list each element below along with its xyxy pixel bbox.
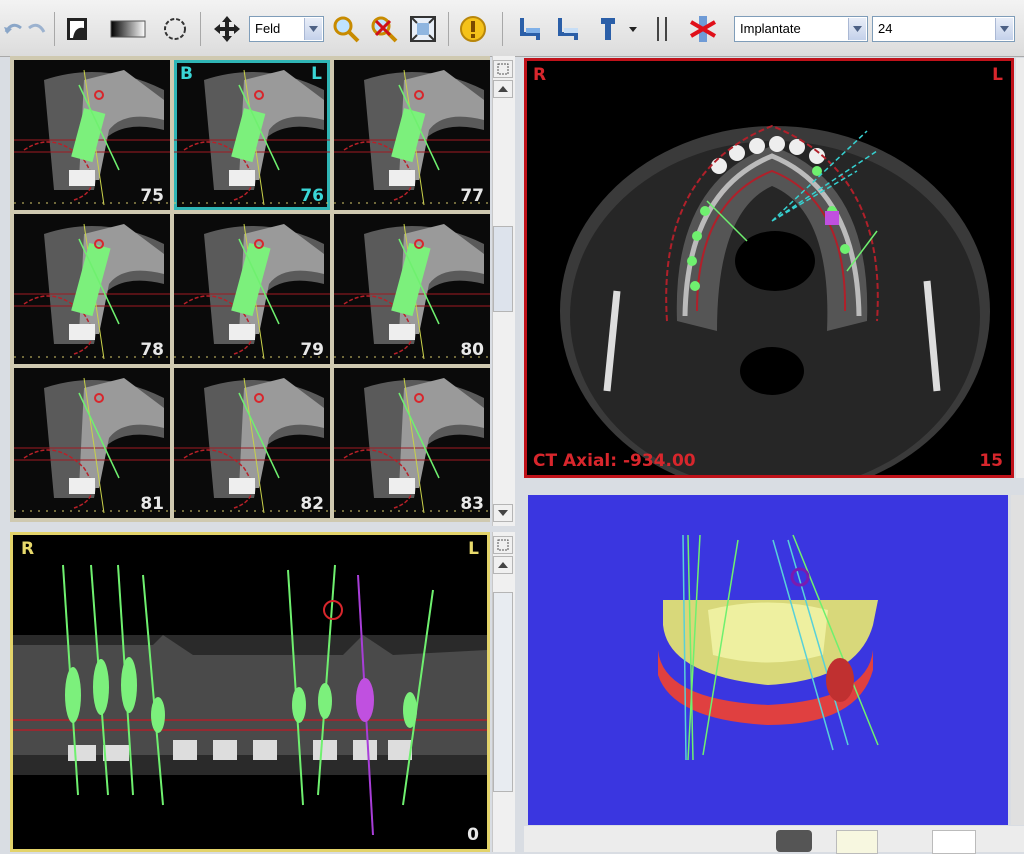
cross-section-cell[interactable]: 80 xyxy=(334,214,490,364)
scroll-up-button[interactable] xyxy=(493,80,513,98)
chevron-up-icon xyxy=(498,562,508,568)
toolbar-separator xyxy=(448,12,449,46)
implant-planning-button[interactable] xyxy=(512,14,546,44)
parallel-lines-icon xyxy=(657,17,667,41)
axial-view[interactable]: R L CT Axial: -934.00 15 xyxy=(524,58,1014,478)
cross-section-cell[interactable]: 77 xyxy=(334,60,490,210)
zoom-mode-select[interactable]: Feld xyxy=(249,16,324,42)
magnifier-reset-icon xyxy=(371,16,398,43)
chevron-down-icon xyxy=(498,510,508,516)
fit-window-icon xyxy=(410,16,436,42)
object-type-value: Implantate xyxy=(740,21,801,36)
bottom-status-strip xyxy=(524,826,1024,854)
info-icon xyxy=(460,16,486,42)
implant-remove-icon xyxy=(689,16,717,42)
slice-number: 83 xyxy=(460,494,484,514)
undo-button[interactable] xyxy=(2,14,24,44)
chevron-down-icon[interactable] xyxy=(848,18,866,40)
rotate-icon xyxy=(164,18,186,40)
chair-alt-icon xyxy=(558,18,578,40)
slice-number: 82 xyxy=(300,494,324,514)
contrast-icon xyxy=(67,18,87,40)
slice-number: 78 xyxy=(140,340,164,360)
cross-section-cell[interactable]: 75 xyxy=(14,60,170,210)
cross-section-cell[interactable]: 79 xyxy=(174,214,330,364)
jaw-thumbnail-icon[interactable] xyxy=(836,830,878,854)
redo-icon xyxy=(28,23,46,33)
cross-section-cell[interactable]: 83 xyxy=(334,368,490,518)
undo-icon xyxy=(4,23,22,34)
3d-model-render xyxy=(658,534,879,761)
implant-delete-button[interactable] xyxy=(684,14,724,44)
chevron-down-icon[interactable] xyxy=(995,18,1013,40)
axial-slice-number: 15 xyxy=(979,451,1003,471)
window-level-button[interactable] xyxy=(62,14,92,44)
lingual-label: L xyxy=(311,64,322,84)
3d-side-toolbar xyxy=(1011,495,1024,825)
buccal-label: B xyxy=(180,64,193,84)
redo-button[interactable] xyxy=(26,14,48,44)
gradient-button[interactable] xyxy=(108,14,148,44)
object-type-select[interactable]: Implantate xyxy=(734,16,868,42)
cross-section-panel: 75 76 B L 77 78 79 80 81 82 83 xyxy=(10,56,490,522)
3d-view[interactable] xyxy=(528,495,1008,825)
slice-number: 79 xyxy=(300,340,324,360)
scroll-track[interactable] xyxy=(493,592,513,792)
magnifier-icon xyxy=(333,16,360,43)
slice-number: 77 xyxy=(460,186,484,206)
axial-left-label: L xyxy=(992,65,1003,85)
zoom-reset-button[interactable] xyxy=(368,14,400,44)
cross-section-cell[interactable]: 78 xyxy=(14,214,170,364)
implant-icon xyxy=(601,18,637,40)
fit-view-button[interactable] xyxy=(406,14,440,44)
panoramic-view[interactable]: R L 0 xyxy=(10,532,490,852)
slice-number: 76 xyxy=(300,186,324,206)
expand-view-button[interactable] xyxy=(493,60,513,78)
axial-side-strip xyxy=(1016,58,1024,478)
gradient-icon xyxy=(110,20,146,38)
info-button[interactable] xyxy=(456,14,490,44)
implant-dropdown-button[interactable] xyxy=(596,14,642,44)
chevron-up-icon xyxy=(498,86,508,92)
panoramic-ct-image xyxy=(13,564,487,836)
zoom-mode-value: Feld xyxy=(255,21,281,36)
chevron-down-icon[interactable] xyxy=(304,18,322,40)
axial-right-label: R xyxy=(533,65,547,85)
slice-number: 80 xyxy=(460,340,484,360)
expand-icon xyxy=(497,539,509,551)
slice-number: 75 xyxy=(140,186,164,206)
expand-icon xyxy=(497,63,509,75)
toolbar-separator xyxy=(502,12,503,46)
head-thumbnail-icon[interactable] xyxy=(776,830,812,852)
scroll-thumb[interactable] xyxy=(493,226,513,312)
tooth-number-select[interactable]: 24 xyxy=(872,16,1015,42)
arrow-thumbnail-icon[interactable] xyxy=(932,830,976,854)
toolbar-separator xyxy=(200,12,201,46)
tooth-number-value: 24 xyxy=(878,21,893,36)
axial-status-readout: CT Axial: -934.00 xyxy=(533,451,696,471)
rotate-button[interactable] xyxy=(160,14,190,44)
cross-section-scrollbar[interactable] xyxy=(492,56,515,526)
pano-corner-value: 0 xyxy=(467,825,479,845)
zoom-in-button[interactable] xyxy=(330,14,362,44)
slice-number: 81 xyxy=(140,494,164,514)
scroll-down-button[interactable] xyxy=(493,504,513,522)
chair-icon xyxy=(520,18,540,40)
pano-right-label: R xyxy=(21,539,35,559)
scroll-up-button[interactable] xyxy=(493,556,513,574)
move-arrows-icon xyxy=(214,16,240,42)
pan-button[interactable] xyxy=(210,14,244,44)
main-toolbar: Feld Implantate 24 xyxy=(0,0,1024,57)
implant-align-button[interactable] xyxy=(550,14,584,44)
panoramic-scrollbar[interactable] xyxy=(492,532,515,852)
cross-section-cell[interactable]: 82 xyxy=(174,368,330,518)
parallel-lines-button[interactable] xyxy=(652,14,672,44)
cross-section-cell[interactable]: 76 B L xyxy=(174,60,330,210)
axial-ct-image xyxy=(560,124,990,475)
cross-section-cell[interactable]: 81 xyxy=(14,368,170,518)
pano-left-label: L xyxy=(468,539,479,559)
toolbar-separator xyxy=(54,12,55,46)
expand-view-button[interactable] xyxy=(493,536,513,554)
